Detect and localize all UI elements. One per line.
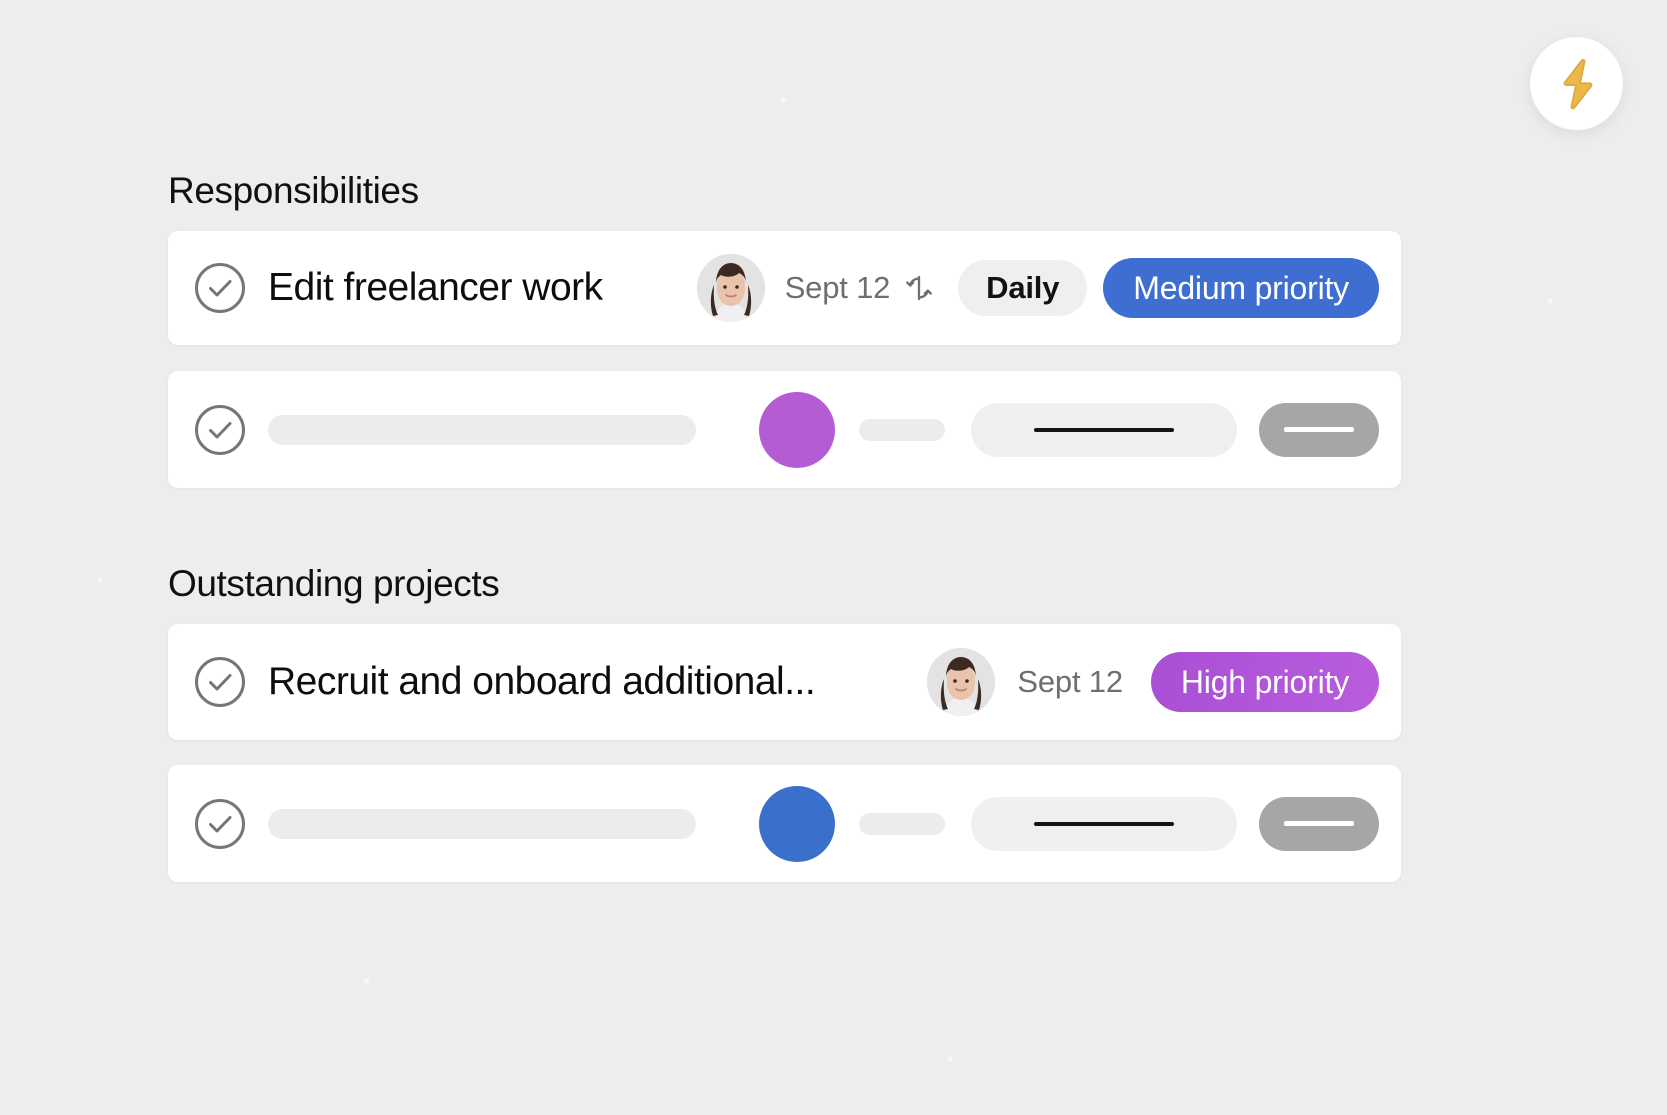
check-circle-icon[interactable] [194, 656, 246, 708]
task-row-placeholder[interactable] [168, 765, 1401, 882]
task-row[interactable]: Edit freelancer work Sept 12 Daily Mediu… [168, 231, 1401, 345]
placeholder-title-bar [268, 808, 696, 839]
task-date: Sept 12 [784, 270, 891, 305]
placeholder-priority-pill [1259, 402, 1379, 457]
avatar [927, 648, 996, 716]
placeholder-rule [1284, 821, 1354, 826]
task-row-placeholder[interactable] [168, 371, 1401, 488]
placeholder-priority-pill [1259, 796, 1379, 851]
recurrence-pill[interactable]: Daily [958, 260, 1088, 316]
placeholder-rule [1284, 427, 1354, 432]
placeholder-date-bar [859, 812, 945, 835]
placeholder-rule [1034, 821, 1174, 826]
section-title-outstanding: Outstanding projects [168, 563, 500, 604]
placeholder-pill [971, 796, 1237, 851]
avatar [696, 254, 765, 322]
task-board: Responsibilities Edit freelancer work Se… [0, 0, 1667, 1115]
lightning-bolt-icon [1555, 58, 1599, 110]
check-circle-icon[interactable] [194, 262, 246, 314]
placeholder-title-bar [268, 414, 696, 445]
task-title: Recruit and onboard additional... [268, 660, 816, 703]
check-circle-icon[interactable] [194, 404, 246, 456]
lightning-bolt-button[interactable] [1530, 37, 1623, 130]
section-title-responsibilities: Responsibilities [168, 170, 419, 211]
task-title: Edit freelancer work [268, 266, 603, 309]
task-row[interactable]: Recruit and onboard additional... Sept 1… [168, 624, 1401, 740]
placeholder-date-bar [859, 418, 945, 441]
priority-badge[interactable]: Medium priority [1103, 258, 1379, 318]
placeholder-avatar-dot [759, 391, 835, 468]
placeholder-rule [1034, 427, 1174, 432]
placeholder-pill [971, 402, 1237, 457]
repeat-icon [904, 273, 934, 303]
priority-badge[interactable]: High priority [1150, 652, 1379, 712]
placeholder-avatar-dot [759, 785, 835, 862]
task-date: Sept 12 [1017, 664, 1123, 699]
check-circle-icon[interactable] [194, 798, 246, 850]
